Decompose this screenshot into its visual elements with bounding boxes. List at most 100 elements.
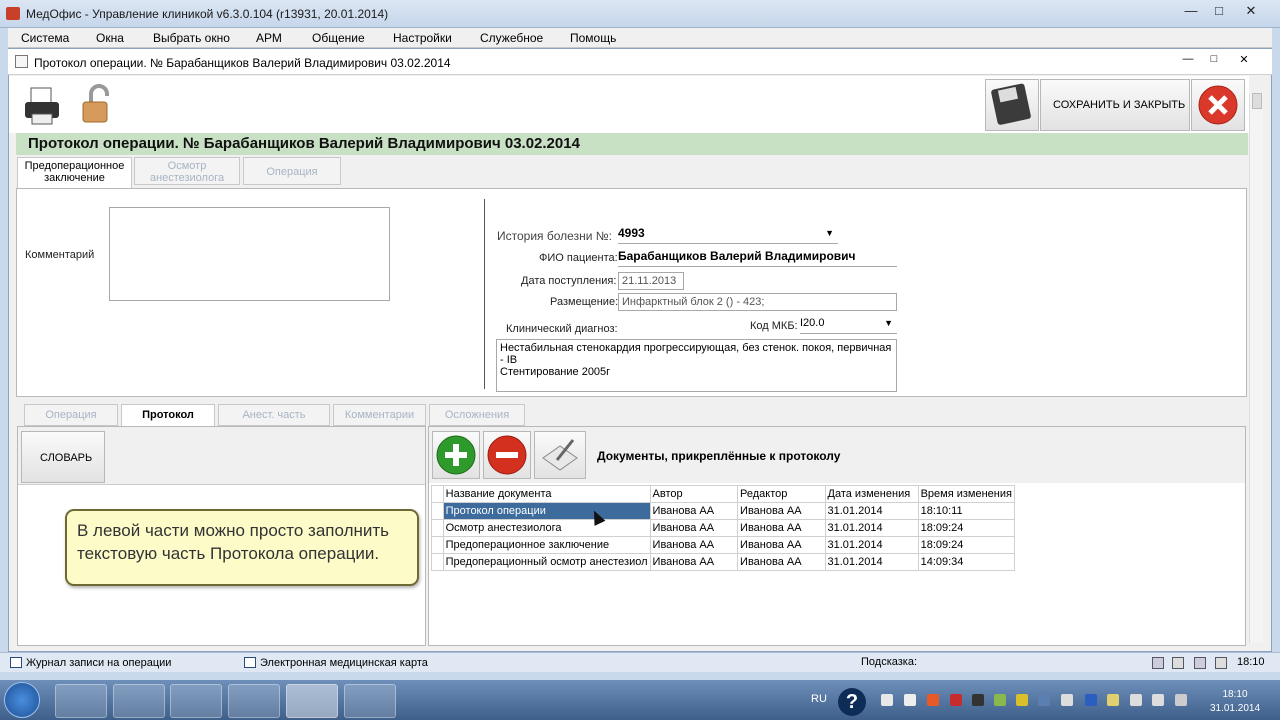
maximize-button[interactable]: □ — [1206, 2, 1232, 20]
print-button[interactable] — [21, 84, 65, 128]
app-icon — [6, 7, 20, 20]
menu-item-communication[interactable]: Общение — [312, 31, 365, 45]
history-select[interactable]: 4993 ▼ — [618, 226, 838, 244]
tray-icon[interactable] — [1061, 694, 1073, 706]
help-icon[interactable]: ? — [838, 688, 866, 716]
tray-icon[interactable] — [1038, 694, 1050, 706]
table-cell[interactable]: Иванова АА — [737, 502, 826, 520]
menu-item-arm[interactable]: АРМ — [256, 31, 282, 45]
table-cell[interactable]: 14:09:34 — [917, 553, 1016, 571]
status-tool-icon[interactable] — [1152, 657, 1164, 669]
tray-icon[interactable] — [1152, 694, 1164, 706]
tray-icon[interactable] — [904, 694, 916, 706]
status-tool-icon[interactable] — [1172, 657, 1184, 669]
table-cell[interactable]: 18:10:11 — [917, 502, 1016, 520]
unlock-button[interactable] — [77, 82, 117, 128]
comment-textarea[interactable] — [109, 207, 390, 301]
table-cell[interactable]: 31.01.2014 — [824, 502, 919, 520]
table-cell[interactable]: Иванова АА — [649, 553, 739, 571]
table-row[interactable]: Осмотр анестезиолога Иванова АА Иванова АА… — [431, 519, 1016, 537]
remove-document-button[interactable] — [483, 431, 531, 479]
dictionary-button[interactable]: СЛОВАРЬ — [21, 431, 105, 483]
skype-icon[interactable] — [228, 684, 280, 718]
doc-minimize-button[interactable]: — — [1176, 53, 1200, 69]
table-cell[interactable]: Предоперационный осмотр анестезиол — [442, 553, 651, 571]
tray-icon[interactable] — [1016, 694, 1028, 706]
volume-icon[interactable] — [1175, 694, 1187, 706]
edit-document-button[interactable] — [534, 431, 586, 479]
table-row[interactable]: Протокол операции Иванова АА Иванова АА 31.… — [431, 502, 1016, 520]
table-cell[interactable]: Протокол операции — [442, 502, 651, 520]
tab-lower-protocol[interactable]: Протокол — [121, 404, 215, 427]
diagnosis-textarea[interactable]: Нестабильная стенокардия прогрессирующая… — [496, 339, 897, 392]
start-button[interactable] — [4, 682, 40, 718]
tray-icon[interactable] — [972, 694, 984, 706]
tab-lower-comments[interactable]: Комментарии — [333, 404, 426, 426]
table-cell[interactable]: 18:09:24 — [917, 519, 1016, 537]
tab-lower-complications[interactable]: Осложнения — [429, 404, 525, 426]
table-cell[interactable]: Иванова АА — [737, 553, 826, 571]
column-header[interactable]: Название документа — [442, 485, 651, 503]
tray-icon[interactable] — [994, 694, 1006, 706]
column-header[interactable] — [431, 485, 444, 503]
doc-maximize-button[interactable]: □ — [1202, 53, 1226, 69]
table-cell[interactable]: 31.01.2014 — [824, 553, 919, 571]
table-row[interactable]: Предоперационный осмотр анестезиол Иванов… — [431, 553, 1016, 571]
table-cell[interactable]: Предоперационное заключение — [442, 536, 651, 554]
file-explorer-icon[interactable] — [113, 684, 165, 718]
close-button[interactable] — [1191, 79, 1245, 131]
column-header[interactable]: Редактор — [737, 485, 826, 503]
status-journal-link[interactable]: Журнал записи на операции — [26, 657, 171, 669]
tray-icon[interactable] — [1107, 694, 1119, 706]
right-scrollbar[interactable] — [1249, 93, 1263, 643]
menu-item-help[interactable]: Помощь — [570, 31, 616, 45]
tab-operation[interactable]: Операция — [243, 157, 341, 185]
admission-date-field[interactable]: 21.11.2013 — [618, 272, 684, 290]
status-tool-icon[interactable] — [1194, 657, 1206, 669]
medoffice-taskbar-icon[interactable] — [286, 684, 338, 718]
tray-icon[interactable] — [881, 694, 893, 706]
add-document-button[interactable] — [432, 431, 480, 479]
placement-field[interactable]: Инфарктный блок 2 () - 423; — [618, 293, 897, 311]
minimize-button[interactable]: — — [1178, 2, 1204, 20]
table-cell[interactable]: Иванова АА — [649, 502, 739, 520]
table-cell[interactable]: Осмотр анестезиолога — [442, 519, 651, 537]
menu-item-windows[interactable]: Окна — [96, 31, 124, 45]
table-cell[interactable]: 31.01.2014 — [824, 519, 919, 537]
table-cell[interactable]: 31.01.2014 — [824, 536, 919, 554]
menu-item-service[interactable]: Служебное — [480, 31, 543, 45]
tab-anesthesiologist-exam[interactable]: Осмотр анестезиолога — [134, 157, 240, 185]
menu-item-system[interactable]: Система — [21, 31, 69, 45]
column-header[interactable]: Время изменения — [917, 485, 1016, 503]
table-cell[interactable]: Иванова АА — [649, 536, 739, 554]
tray-icon[interactable] — [950, 694, 962, 706]
remote-desktop-icon[interactable] — [344, 684, 396, 718]
table-cell[interactable]: Иванова АА — [737, 519, 826, 537]
table-cell[interactable]: Иванова АА — [649, 519, 739, 537]
tab-lower-operation[interactable]: Операция — [24, 404, 118, 426]
mkb-select[interactable]: I20.0 ▼ — [800, 317, 897, 334]
table-cell[interactable]: Иванова АА — [737, 536, 826, 554]
save-button[interactable] — [985, 79, 1039, 131]
minus-icon — [487, 435, 527, 475]
internet-explorer-icon[interactable] — [55, 684, 107, 718]
tab-preop-conclusion[interactable]: Предоперационное заключение — [17, 157, 132, 188]
close-window-button[interactable]: ✕ — [1238, 2, 1264, 20]
clock[interactable]: 18:10 31.01.2014 — [1196, 688, 1274, 716]
table-cell[interactable]: 18:09:24 — [917, 536, 1016, 554]
status-emr-link[interactable]: Электронная медицинская карта — [260, 657, 428, 669]
status-tool-icon[interactable] — [1215, 657, 1227, 669]
tray-icon[interactable] — [927, 694, 939, 706]
tray-icon[interactable] — [1130, 694, 1142, 706]
tab-lower-anest-part[interactable]: Анест. часть — [218, 404, 330, 426]
column-header[interactable]: Дата изменения — [824, 485, 919, 503]
menu-item-settings[interactable]: Настройки — [393, 31, 452, 45]
media-player-icon[interactable] — [170, 684, 222, 718]
menu-item-select-window[interactable]: Выбрать окно — [153, 31, 230, 45]
bluetooth-icon[interactable] — [1085, 694, 1097, 706]
table-row[interactable]: Предоперационное заключение Иванова АА Ива… — [431, 536, 1016, 554]
column-header[interactable]: Автор — [649, 485, 739, 503]
save-and-close-button[interactable]: СОХРАНИТЬ И ЗАКРЫТЬ — [1040, 79, 1190, 131]
keyboard-language[interactable]: RU — [811, 693, 827, 705]
doc-close-button[interactable]: ✕ — [1232, 53, 1256, 69]
